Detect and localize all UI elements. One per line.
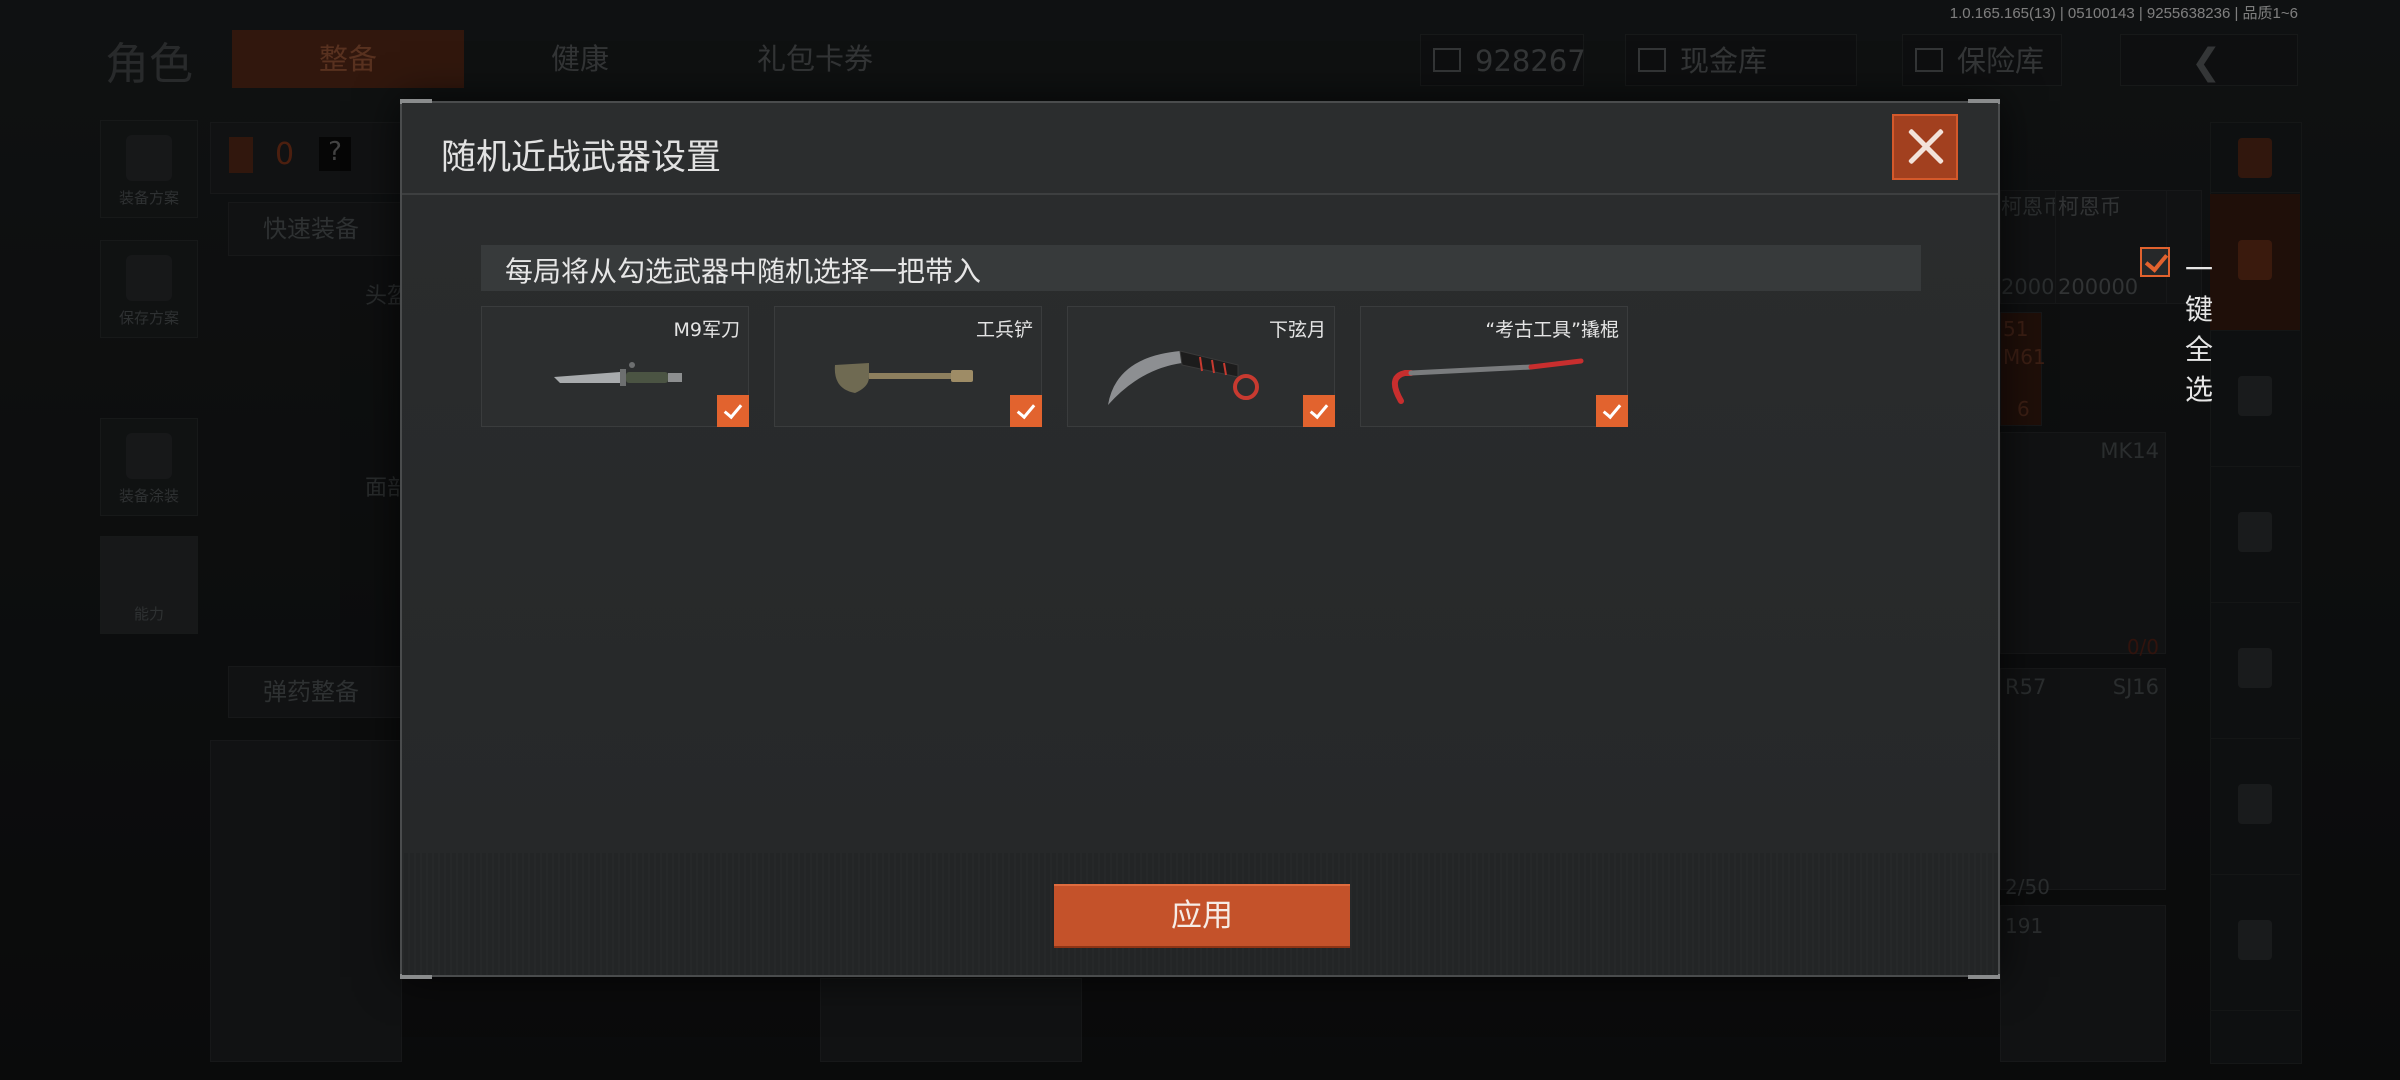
weapon-card-crowbar[interactable]: “考古工具”撬棍	[1360, 306, 1628, 427]
weapon-checkbox[interactable]	[1010, 395, 1042, 427]
shovel-icon	[834, 363, 973, 393]
info-text: 每局将从勾选武器中随机选择一把带入	[505, 255, 982, 288]
close-button[interactable]	[1892, 114, 1958, 180]
select-all-checkbox[interactable]	[2140, 247, 2170, 277]
bayonet-icon	[554, 362, 682, 386]
weapon-checkbox[interactable]	[1596, 395, 1628, 427]
weapon-checkbox[interactable]	[1303, 395, 1335, 427]
crowbar-icon	[1392, 358, 1584, 404]
modal-header: 随机近战武器设置	[402, 103, 1998, 195]
weapon-card-karambit[interactable]: 下弦月	[1067, 306, 1335, 427]
select-all-label[interactable]: 一键全选	[2185, 248, 2213, 408]
random-melee-modal: 随机近战武器设置 每局将从勾选武器中随机选择一把带入 一键全选 M9军刀 工兵铲…	[400, 99, 2213, 979]
modal-title: 随机近战武器设置	[441, 138, 722, 178]
weapon-card-m9[interactable]: M9军刀	[481, 306, 749, 427]
karambit-icon	[1108, 350, 1259, 405]
weapon-checkbox[interactable]	[717, 395, 749, 427]
apply-button[interactable]: 应用	[1054, 884, 1350, 948]
weapon-card-shovel[interactable]: 工兵铲	[774, 306, 1042, 427]
modal-body	[402, 195, 1998, 853]
